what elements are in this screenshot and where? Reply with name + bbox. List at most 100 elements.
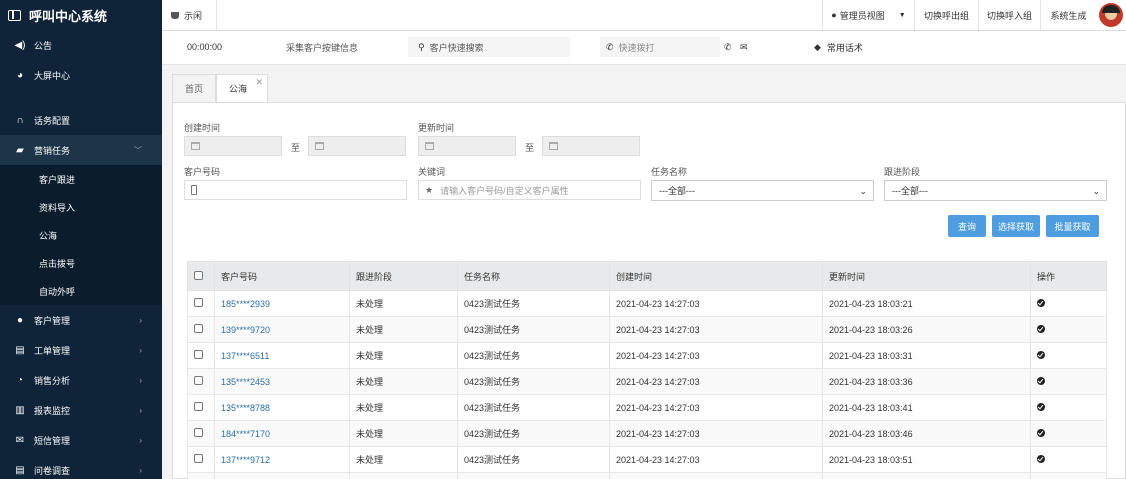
column-header[interactable]: 客户号码 (214, 261, 350, 291)
sidebar-subitem-public-pool[interactable]: 公海 (0, 221, 162, 249)
envelope-icon[interactable]: ✉ (740, 37, 748, 57)
task-name-value: ---全部--- (659, 186, 695, 196)
chevron-right-icon: › (139, 375, 142, 385)
phone-input[interactable] (184, 180, 407, 200)
sidebar-subitem-import[interactable]: 资料导入 (0, 193, 162, 221)
app-logo[interactable]: 呼叫中心系统 (0, 0, 162, 30)
updated-start-input[interactable] (418, 136, 516, 156)
check-circle-icon[interactable] (1037, 298, 1045, 307)
sidebar-item-sms[interactable]: ✉ 短信管理 › (0, 425, 162, 455)
collect-keys-button[interactable]: 采集客户按键信息 (286, 37, 358, 57)
table-row[interactable]: 135****2453 未处理 0423测试任务 2021-04-23 14:2… (187, 368, 1107, 395)
check-circle-icon[interactable] (1037, 350, 1045, 359)
common-scripts-label: 常用话术 (826, 42, 863, 53)
table-row[interactable]: 139****9720 未处理 0423测试任务 2021-04-23 14:2… (187, 316, 1107, 343)
follow-stage-cell: 未处理 (349, 446, 458, 473)
customer-phone-link[interactable]: 135****8788 (214, 394, 350, 421)
admin-view-dropdown[interactable]: ● 管理员视图 ▼ (822, 0, 914, 30)
table-row[interactable] (187, 472, 1107, 479)
sidebar-item-dashboard[interactable]: ◕ 大屏中心 (0, 60, 162, 90)
created-end-input[interactable] (308, 136, 406, 156)
chevron-right-icon: › (139, 435, 142, 445)
created-time-label: 创建时间 (184, 123, 221, 133)
sidebar-item-reports[interactable]: ▥ 报表监控 › (0, 395, 162, 425)
row-checkbox[interactable] (194, 402, 203, 411)
bar-chart-icon: ▥ (15, 404, 25, 416)
table-row[interactable]: 184****7170 未处理 0423测试任务 2021-04-23 14:2… (187, 420, 1107, 447)
sidebar-item-label: 客户管理 (34, 315, 71, 326)
sidebar-subitem-click-dial[interactable]: 点击拨号 (0, 249, 162, 277)
agent-status[interactable]: 示闲 (162, 0, 217, 30)
updated-time-cell: 2021-04-23 18:03:36 (822, 368, 1031, 395)
row-checkbox[interactable] (194, 376, 203, 385)
customer-phone-link[interactable]: 139****9720 (214, 316, 350, 343)
row-checkbox[interactable] (194, 428, 203, 437)
select-get-button[interactable]: 选择获取 (992, 215, 1040, 237)
range-separator: 至 (291, 143, 301, 153)
quick-search-input[interactable]: ⚲ 客户快速搜索 (408, 37, 570, 57)
task-name-select[interactable]: ---全部--- ⌄ (651, 180, 874, 201)
keyword-label: 关键词 (418, 167, 446, 177)
customer-phone-link[interactable]: 137****6511 (214, 342, 350, 369)
tab-public-pool[interactable]: 公海 ✕ (216, 74, 269, 102)
follow-stage-cell: 未处理 (349, 368, 458, 395)
row-checkbox[interactable] (194, 298, 203, 307)
avatar[interactable] (1099, 3, 1123, 27)
check-circle-icon[interactable] (1037, 376, 1045, 385)
customer-phone-link[interactable]: 184****7170 (214, 420, 350, 447)
customer-phone-link[interactable]: 135****2453 (214, 368, 350, 395)
common-scripts-button[interactable]: ◆ 常用话术 (814, 37, 863, 57)
check-circle-icon[interactable] (1037, 454, 1045, 463)
star-icon: ★ (425, 184, 434, 195)
switch-outbound-group-button[interactable]: 切换呼出组 (914, 0, 978, 30)
sidebar-item-call-config[interactable]: ∩ 话务配置 (0, 105, 162, 135)
sidebar-item-marketing[interactable]: ▰ 营销任务 ﹀ (0, 135, 162, 165)
select-all-checkbox[interactable] (194, 270, 203, 280)
customer-phone-link[interactable] (214, 472, 350, 479)
sidebar-subitem-auto-call[interactable]: 自动外呼 (0, 277, 162, 305)
column-header[interactable]: 创建时间 (609, 261, 823, 291)
tab-home[interactable]: 首页 (172, 74, 217, 102)
query-button[interactable]: 查询 (948, 215, 986, 237)
follow-stage-value: ---全部--- (892, 186, 928, 196)
sidebar-item-label: 话务配置 (34, 115, 71, 126)
column-header[interactable]: 更新时间 (822, 261, 1031, 291)
row-checkbox[interactable] (194, 324, 203, 333)
check-circle-icon[interactable] (1037, 324, 1045, 333)
sidebar-item-announcement[interactable]: ◀) 公告 (0, 30, 162, 60)
column-header[interactable]: 跟进阶段 (349, 261, 458, 291)
customer-phone-link[interactable]: 137****9712 (214, 446, 350, 473)
row-checkbox[interactable] (194, 454, 203, 463)
menu-toggle-icon[interactable] (8, 9, 21, 21)
follow-stage-select[interactable]: ---全部--- ⌄ (884, 180, 1107, 201)
action-cell (1030, 420, 1107, 447)
follow-stage-cell: 未处理 (349, 394, 458, 421)
sidebar-item-customers[interactable]: ● 客户管理 › (0, 305, 162, 335)
quick-dial-input[interactable]: ✆ 快速拨打 (600, 37, 720, 57)
sidebar-item-sales-analysis[interactable]: ◔ 销售分析 › (0, 365, 162, 395)
sidebar-subitem-follow-up[interactable]: 客户跟进 (0, 165, 162, 193)
table-row[interactable]: 185****2939 未处理 0423测试任务 2021-04-23 14:2… (187, 290, 1107, 317)
call-out-icon[interactable]: ✆ (724, 37, 732, 57)
row-checkbox[interactable] (194, 350, 203, 359)
sidebar-item-tickets[interactable]: ▤ 工单管理 › (0, 335, 162, 365)
tag-icon: ◆ (814, 41, 821, 52)
switch-inbound-group-button[interactable]: 切换呼入组 (978, 0, 1040, 30)
customer-phone-link[interactable]: 185****2939 (214, 290, 350, 317)
created-start-input[interactable] (184, 136, 282, 156)
table-row[interactable]: 137****9712 未处理 0423测试任务 2021-04-23 14:2… (187, 446, 1107, 473)
task-name-cell: 0423测试任务 (457, 420, 610, 447)
survey-icon: ▤ (15, 464, 25, 476)
column-header[interactable]: 任务名称 (457, 261, 610, 291)
table-row[interactable]: 135****8788 未处理 0423测试任务 2021-04-23 14:2… (187, 394, 1107, 421)
keyword-input[interactable]: ★ 请输入客户号码/自定义客户属性 (418, 180, 641, 200)
column-header: 操作 (1030, 261, 1107, 291)
check-circle-icon[interactable] (1037, 428, 1045, 437)
task-name-cell: 0423测试任务 (457, 290, 610, 317)
updated-end-input[interactable] (542, 136, 640, 156)
check-circle-icon[interactable] (1037, 402, 1045, 411)
sidebar-item-survey[interactable]: ▤ 问卷调查 › (0, 455, 162, 479)
table-row[interactable]: 137****6511 未处理 0423测试任务 2021-04-23 14:2… (187, 342, 1107, 369)
batch-get-button[interactable]: 批量获取 (1046, 215, 1099, 237)
close-icon[interactable]: ✕ (255, 77, 263, 88)
